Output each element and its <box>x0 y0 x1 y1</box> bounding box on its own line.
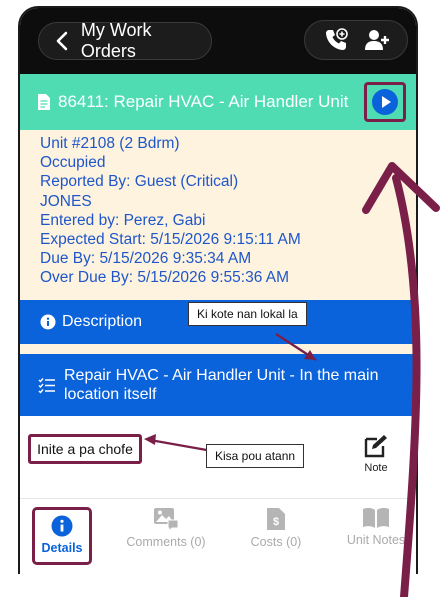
reporter-name-line: JONES <box>40 192 92 210</box>
tab-comments[interactable]: Comments (0) <box>118 507 214 549</box>
over-due-by-line: Over Due By: 5/15/2026 9:55:36 AM <box>40 269 290 287</box>
info-circle-icon <box>51 515 73 537</box>
svg-text:$: $ <box>273 516 279 528</box>
description-text: Repair HVAC - Air Handler Unit - In the … <box>64 367 379 403</box>
problem-callout-text: Kisa pou atann <box>215 449 296 463</box>
start-work-order-button[interactable] <box>364 82 406 122</box>
phone-screen: My Work Orders 86411: Repair HVAC - Air … <box>18 6 418 574</box>
problem-callout: Kisa pou atann <box>206 444 305 468</box>
description-content: Repair HVAC - Air Handler Unit - In the … <box>20 354 416 416</box>
due-by-line: Due By: 5/15/2026 9:35:34 AM <box>40 250 252 268</box>
book-icon <box>363 507 389 528</box>
back-button[interactable]: My Work Orders <box>38 20 212 61</box>
top-bar: My Work Orders <box>20 8 416 74</box>
work-order-title: 86411: Repair HVAC - Air Handler Unit <box>58 92 349 111</box>
unit-line: Unit #2108 (2 Bdrm) <box>40 135 180 152</box>
note-button-label: Note <box>364 462 388 474</box>
play-circle-icon <box>372 89 398 115</box>
expected-start-line: Expected Start: 5/15/2026 9:15:11 AM <box>40 231 301 249</box>
user-plus-icon[interactable] <box>364 27 390 53</box>
tab-details-label: Details <box>41 541 83 555</box>
work-order-title-bar: 86411: Repair HVAC - Air Handler Unit <box>20 74 416 130</box>
tab-comments-label: Comments (0) <box>126 535 206 549</box>
tab-costs[interactable]: $ Costs (0) <box>246 507 306 549</box>
bottom-tab-bar: Details Comments (0) $ Costs (0) Unit No… <box>20 498 416 574</box>
description-label: Description <box>62 313 143 330</box>
header-actions <box>304 20 408 60</box>
note-button[interactable]: Note <box>356 434 396 474</box>
list-check-icon <box>38 378 55 394</box>
phone-plus-icon[interactable] <box>323 27 349 53</box>
work-order-info: Unit #2108 (2 Bdrm) Occupied Reported By… <box>40 134 400 288</box>
entered-by-line: Entered by: Perez, Gabi <box>40 211 206 229</box>
chevron-left-icon <box>56 31 68 51</box>
back-label: My Work Orders <box>80 20 152 61</box>
cost-document-icon: $ <box>267 508 285 530</box>
tab-details[interactable]: Details <box>32 507 92 565</box>
reported-by-line: Reported By: Guest (Critical) <box>40 173 239 191</box>
info-circle-icon <box>40 314 56 330</box>
location-callout-text: Ki kote nan lokal la <box>197 307 298 321</box>
tab-costs-label: Costs (0) <box>250 535 302 549</box>
tab-unit-notes-label: Unit Notes <box>346 533 406 547</box>
edit-note-icon <box>364 435 387 458</box>
location-callout: Ki kote nan lokal la <box>188 302 307 326</box>
status-line: Occupied <box>40 154 106 172</box>
document-icon <box>38 94 50 110</box>
image-comment-icon <box>154 508 179 531</box>
note-value: Inite a pa chofe <box>37 441 133 457</box>
note-text: Inite a pa chofe <box>28 434 142 464</box>
tab-unit-notes[interactable]: Unit Notes <box>336 507 416 547</box>
